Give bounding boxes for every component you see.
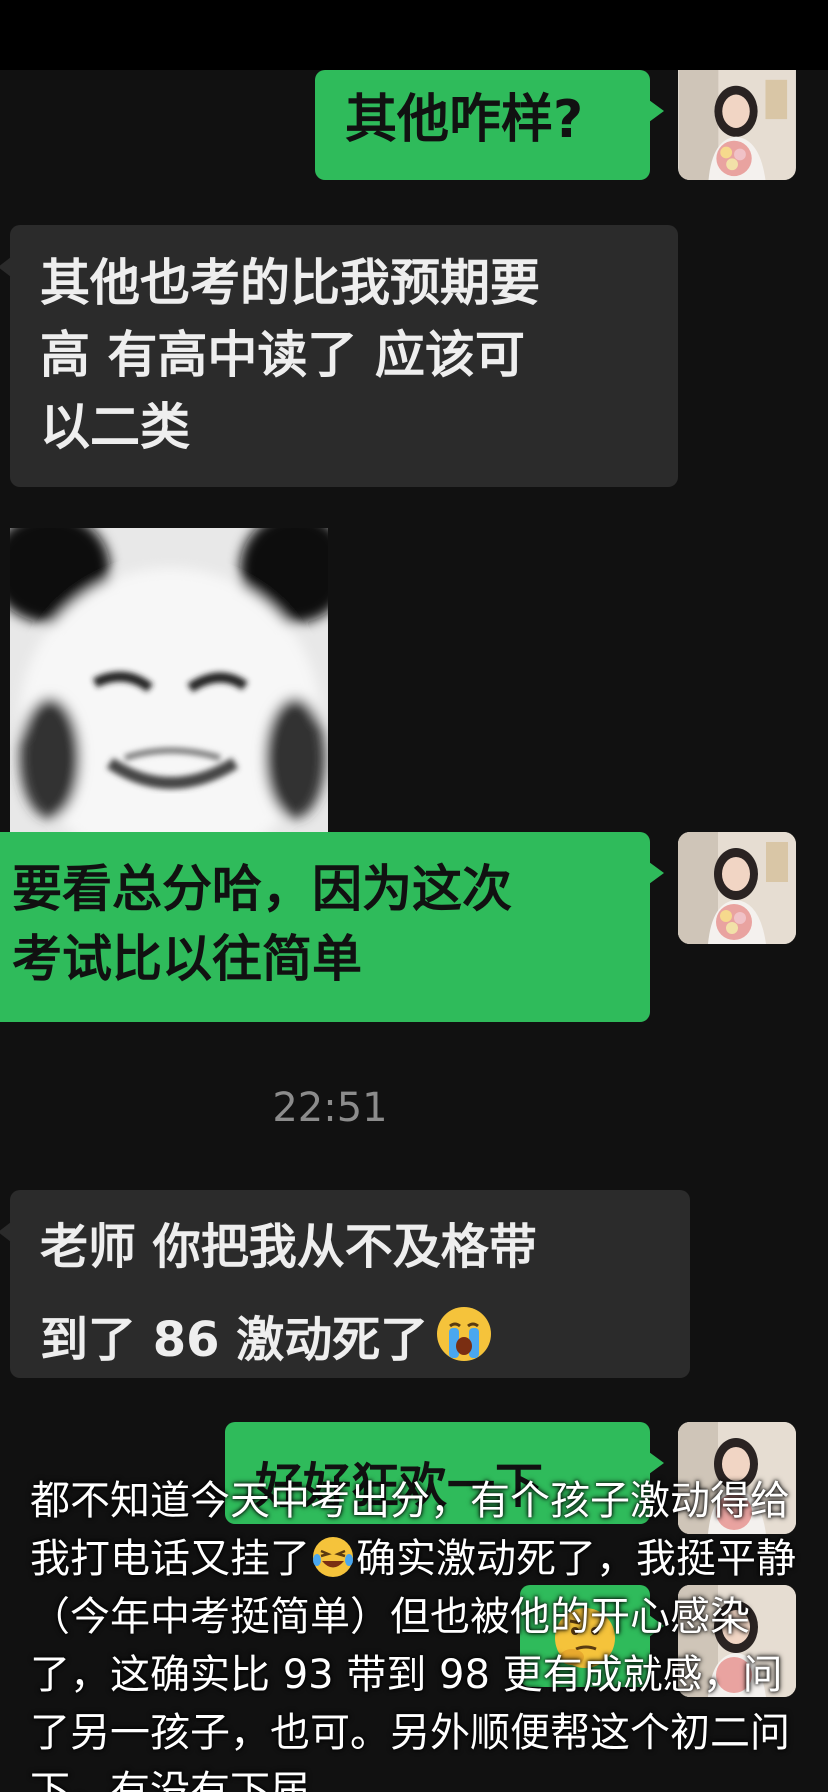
message-text-line1: 老师 你把我从不及格带 — [40, 1219, 537, 1275]
message-text: 其他也考的比我预期要 高 有高中读了 应该可 以二类 — [40, 254, 540, 456]
sticker-image[interactable] — [10, 528, 328, 860]
panda-face-sticker-icon — [10, 528, 328, 860]
message-text: 其他咋样? — [345, 90, 584, 150]
message-line2-wrap: 到了 86 激动死了 — [10, 1282, 690, 1375]
received-message-bubble[interactable]: 老师 你把我从不及格带 到了 86 激动死了 — [0, 1190, 690, 1378]
avatar[interactable] — [678, 70, 796, 180]
laughing-tears-emoji-icon — [313, 1537, 353, 1577]
avatar-woman-flowers-icon — [679, 70, 795, 180]
top-bar — [0, 0, 828, 70]
chat-area[interactable]: 其他咋样? 其他也考的比我预期要 高 有高中读了 应该可 以二类 要看总分哈，因… — [0, 70, 828, 1792]
message-text-line2: 到了 86 激动死了 — [40, 1312, 429, 1368]
crying-face-emoji-icon — [437, 1307, 492, 1361]
avatar-woman-flowers-icon — [678, 832, 796, 944]
avatar[interactable] — [678, 832, 796, 944]
sent-message-bubble[interactable]: 其他咋样? — [315, 70, 664, 180]
sent-message-bubble[interactable]: 要看总分哈，因为这次 考试比以往简单 — [0, 832, 664, 1022]
overlay-caption: 都不知道今天中考出分，有个孩子激动得给我打电话又挂了 确实激动死了，我挺平静（今… — [30, 1472, 810, 1792]
timestamp: 22:51 — [272, 1085, 388, 1131]
message-text: 要看总分哈，因为这次 考试比以往简单 — [12, 860, 512, 988]
received-message-bubble[interactable]: 其他也考的比我预期要 高 有高中读了 应该可 以二类 — [0, 225, 678, 487]
